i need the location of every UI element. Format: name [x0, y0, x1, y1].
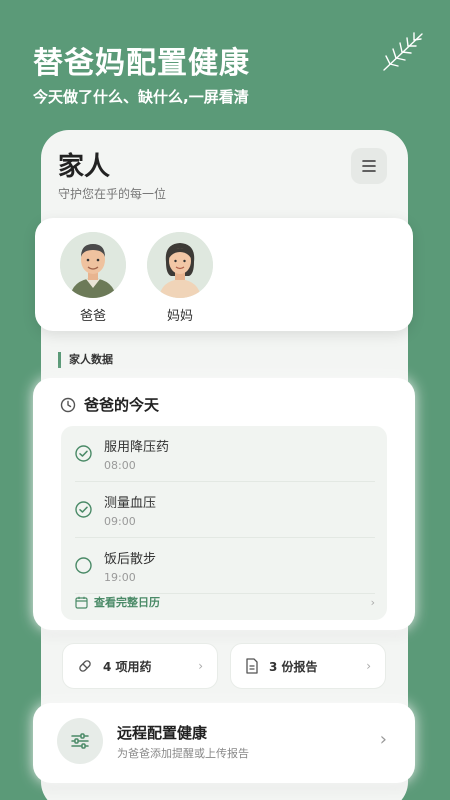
reports-card[interactable]: 3 份报告 ›	[230, 643, 386, 689]
meds-label: 4 项用药	[103, 659, 152, 674]
hamburger-menu-icon	[362, 160, 376, 172]
pill-icon	[79, 660, 91, 672]
member-name: 妈妈	[166, 309, 193, 324]
remote-subtitle: 为爸爸添加提醒或上传报告	[117, 747, 249, 760]
empty-circle-icon[interactable]	[75, 557, 92, 574]
menu-button[interactable]	[351, 148, 387, 184]
checked-circle-icon[interactable]	[75, 501, 92, 518]
reports-label: 3 份报告	[269, 659, 318, 674]
meds-card[interactable]: 4 项用药 ›	[62, 643, 218, 689]
hero-title: 替爸妈配置健康	[33, 46, 250, 81]
task-title: 服用降压药	[104, 439, 170, 455]
member-mom[interactable]: 妈妈	[147, 232, 213, 324]
remote-title: 远程配置健康	[117, 724, 208, 742]
remote-config-card[interactable]: 远程配置健康 为爸爸添加提醒或上传报告 ›	[33, 703, 415, 783]
task-item[interactable]: 测量血压 09:00	[75, 482, 375, 538]
task-time: 08:00	[104, 458, 136, 472]
calendar-icon	[75, 596, 88, 609]
section-label: 家人数据	[58, 352, 113, 368]
clock-icon	[60, 397, 76, 412]
checked-circle-icon[interactable]	[75, 445, 92, 462]
task-time: 19:00	[104, 570, 136, 584]
calendar-link[interactable]: 查看完整日历 ›	[75, 594, 375, 610]
elderly-man-avatar	[60, 232, 126, 298]
page-title: 家人	[58, 152, 111, 182]
today-title: 爸爸的今天	[84, 396, 160, 414]
document-icon	[246, 658, 258, 674]
task-title: 测量血压	[104, 495, 157, 511]
chevron-right-icon: ›	[379, 729, 387, 750]
task-time: 09:00	[104, 514, 136, 528]
member-name: 爸爸	[79, 309, 106, 324]
members-card: 爸爸 妈妈	[35, 218, 413, 331]
task-list: 服用降压药 08:00 测量血压 09:00 饭后散步 19:00 查看完整日历…	[61, 426, 387, 620]
sliders-icon	[57, 718, 103, 764]
chevron-right-icon: ›	[198, 659, 203, 673]
task-item[interactable]: 饭后散步 19:00	[75, 538, 375, 594]
elderly-woman-avatar	[147, 232, 213, 298]
task-title: 饭后散步	[104, 551, 157, 567]
member-dad[interactable]: 爸爸	[60, 232, 126, 324]
hero-subtitle: 今天做了什么、缺什么,一屏看清	[33, 88, 249, 106]
today-card: 爸爸的今天 服用降压药 08:00 测量血压 09:00 饭后散步 19:00 …	[33, 378, 415, 630]
chevron-right-icon: ›	[366, 659, 371, 673]
leaf-icon	[383, 32, 423, 71]
calendar-link-label: 查看完整日历	[94, 596, 160, 609]
today-header: 爸爸的今天	[60, 394, 159, 415]
page-subtitle: 守护您在乎的每一位	[58, 187, 167, 201]
task-item[interactable]: 服用降压药 08:00	[75, 426, 375, 482]
chevron-right-icon: ›	[370, 595, 375, 609]
